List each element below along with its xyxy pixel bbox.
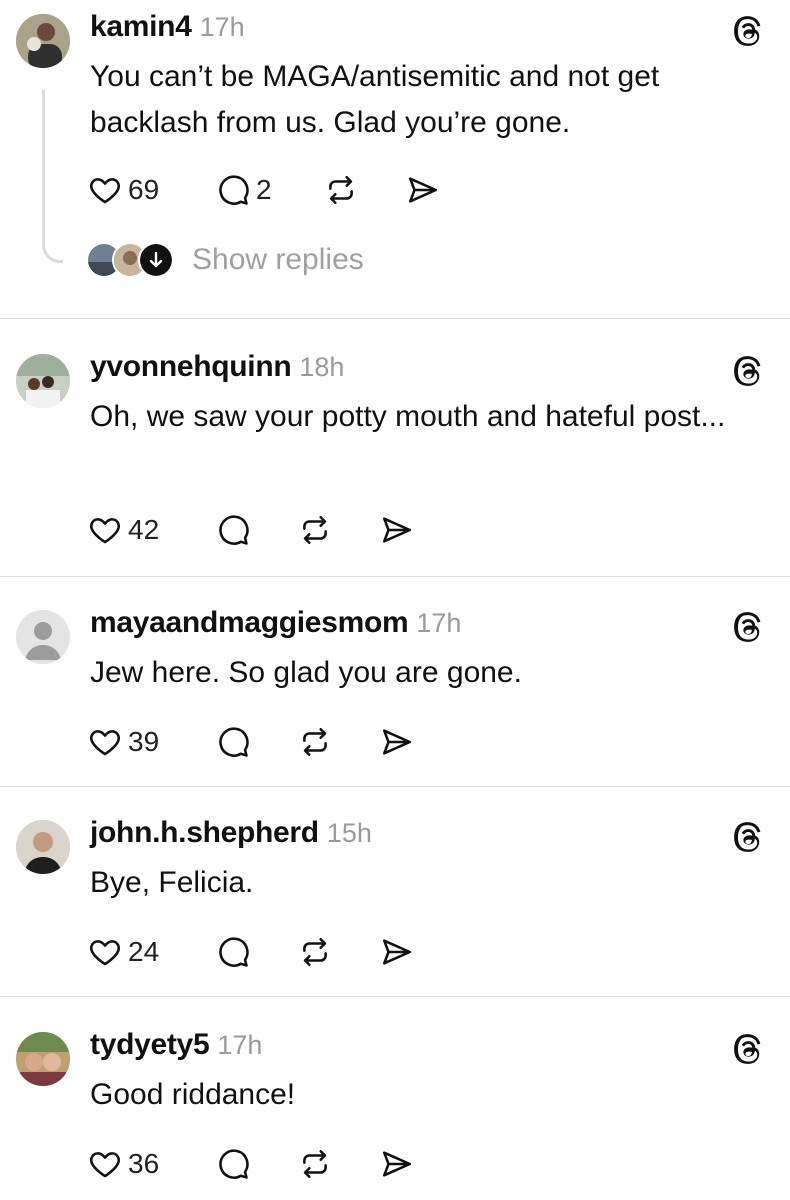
send-icon — [380, 513, 414, 547]
comment-bubble-icon — [216, 513, 250, 547]
threads-logo-icon[interactable] — [732, 14, 766, 48]
send-icon — [406, 173, 440, 207]
avatar[interactable] — [16, 1032, 70, 1086]
post-kamin4: kamin4 17h You can’t be MAGA/antisemitic… — [0, 0, 790, 318]
avatar[interactable] — [16, 610, 70, 664]
post-text: Good riddance! — [90, 1078, 296, 1111]
timestamp: 18h — [299, 352, 345, 382]
like-count: 69 — [128, 174, 160, 205]
repost-icon — [298, 935, 332, 969]
threads-logo-icon[interactable] — [732, 610, 766, 644]
post-text: Bye, Felicia. — [90, 866, 254, 899]
like-button[interactable]: 24 — [88, 932, 216, 972]
send-icon — [380, 935, 414, 969]
like-count: 42 — [128, 514, 160, 545]
repost-icon — [298, 1147, 332, 1181]
like-count: 24 — [128, 936, 160, 967]
username[interactable]: john.h.shepherd — [90, 816, 319, 850]
divider — [0, 996, 790, 997]
repost-button[interactable] — [298, 1144, 380, 1184]
post-actions: 39 — [88, 722, 414, 762]
timestamp: 17h — [217, 1030, 263, 1060]
send-icon — [380, 1147, 414, 1181]
comment-bubble-icon — [216, 173, 250, 207]
reply-button[interactable] — [216, 1144, 298, 1184]
thread-connector-line — [42, 90, 63, 263]
post-actions: 69 2 — [88, 170, 440, 210]
comment-bubble-icon — [216, 725, 250, 759]
heart-icon — [88, 935, 122, 969]
threads-logo-icon[interactable] — [732, 354, 766, 388]
comment-bubble-icon — [216, 1147, 250, 1181]
threads-logo-icon[interactable] — [732, 1032, 766, 1066]
post-john-h-shepherd: john.h.shepherd 15h Bye, Felicia. 24 — [0, 806, 790, 996]
repost-button[interactable] — [298, 722, 380, 762]
repost-icon — [298, 725, 332, 759]
threads-logo-icon[interactable] — [732, 820, 766, 854]
post-header: kamin4 17h — [90, 10, 245, 44]
avatar[interactable] — [16, 14, 70, 68]
repost-button[interactable] — [324, 170, 406, 210]
repost-button[interactable] — [298, 932, 380, 972]
heart-icon — [88, 1147, 122, 1181]
show-replies-row[interactable]: Show replies — [86, 242, 364, 278]
like-count: 36 — [128, 1148, 160, 1179]
repost-icon — [324, 173, 358, 207]
post-mayaandmaggiesmom: mayaandmaggiesmom 17h Jew here. So glad … — [0, 596, 790, 786]
post-text: You can’t be MAGA/antisemitic and not ge… — [90, 60, 660, 139]
post-header: john.h.shepherd 15h — [90, 816, 372, 850]
show-replies-link[interactable]: Show replies — [192, 243, 364, 277]
share-button[interactable] — [406, 170, 440, 210]
heart-icon — [88, 513, 122, 547]
divider — [0, 318, 790, 319]
post-header: tydyety5 17h — [90, 1028, 262, 1062]
post-tydyety5: tydyety5 17h Good riddance! 36 — [0, 1018, 790, 1200]
like-button[interactable]: 69 — [88, 170, 216, 210]
timestamp: 17h — [199, 12, 245, 42]
post-header: yvonnehquinn 18h — [90, 350, 344, 384]
send-icon — [380, 725, 414, 759]
repost-icon — [298, 513, 332, 547]
username[interactable]: kamin4 — [90, 10, 192, 44]
post-actions: 24 — [88, 932, 414, 972]
share-button[interactable] — [380, 722, 414, 762]
heart-icon — [88, 173, 122, 207]
like-button[interactable]: 39 — [88, 722, 216, 762]
like-button[interactable]: 36 — [88, 1144, 216, 1184]
expand-replies-icon — [138, 242, 174, 278]
username[interactable]: tydyety5 — [90, 1028, 210, 1062]
username[interactable]: yvonnehquinn — [90, 350, 292, 384]
share-button[interactable] — [380, 932, 414, 972]
divider — [0, 786, 790, 787]
comment-bubble-icon — [216, 935, 250, 969]
divider — [0, 576, 790, 577]
share-button[interactable] — [380, 510, 414, 550]
like-button[interactable]: 42 — [88, 510, 216, 550]
repost-button[interactable] — [298, 510, 380, 550]
post-actions: 42 — [88, 510, 414, 550]
avatar[interactable] — [16, 820, 70, 874]
reply-button[interactable] — [216, 510, 298, 550]
avatar[interactable] — [16, 354, 70, 408]
like-count: 39 — [128, 726, 160, 757]
post-text: Jew here. So glad you are gone. — [90, 656, 522, 689]
share-button[interactable] — [380, 1144, 414, 1184]
timestamp: 15h — [326, 818, 372, 848]
reply-button[interactable]: 2 — [216, 170, 324, 210]
reply-count: 2 — [256, 174, 272, 205]
reply-button[interactable] — [216, 722, 298, 762]
post-text: Oh, we saw your potty mouth and hateful … — [90, 400, 726, 433]
timestamp: 17h — [416, 608, 462, 638]
post-header: mayaandmaggiesmom 17h — [90, 606, 461, 640]
heart-icon — [88, 725, 122, 759]
username[interactable]: mayaandmaggiesmom — [90, 606, 409, 640]
post-yvonnehquinn: yvonnehquinn 18h Oh, we saw your potty m… — [0, 340, 790, 576]
reply-button[interactable] — [216, 932, 298, 972]
post-actions: 36 — [88, 1144, 414, 1184]
